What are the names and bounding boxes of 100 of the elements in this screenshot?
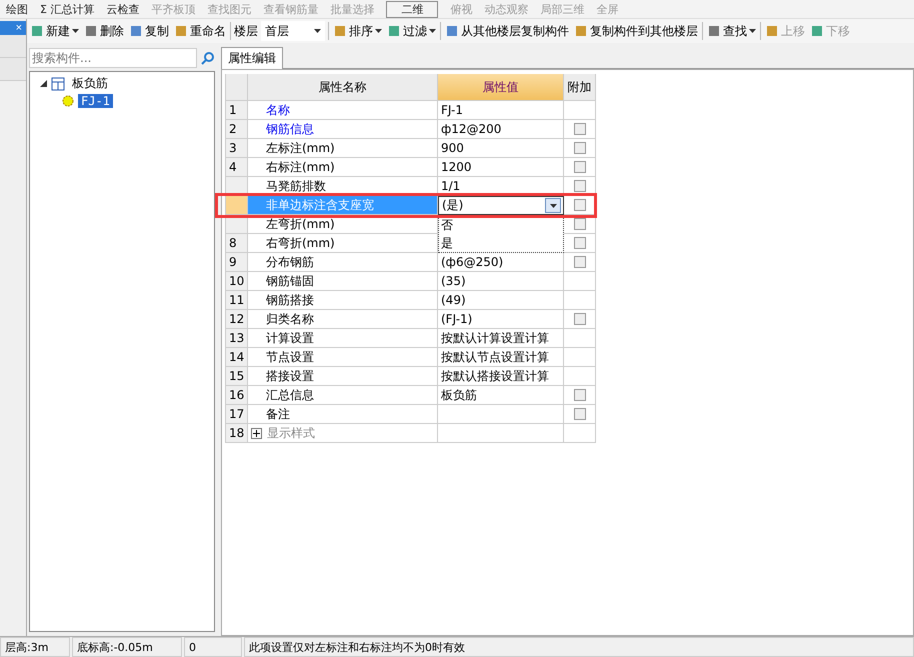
property-value: 900 xyxy=(438,139,564,158)
checkbox[interactable] xyxy=(574,123,586,135)
property-name: 搭接设置 xyxy=(248,367,438,386)
row-number: 10 xyxy=(226,272,248,291)
checkbox[interactable] xyxy=(574,142,586,154)
property-value: (ф6@250) xyxy=(438,253,564,272)
property-name: 汇总信息 xyxy=(248,386,438,405)
property-name: 节点设置 xyxy=(248,348,438,367)
property-name: 钢筋搭接 xyxy=(248,291,438,310)
property-name: 计算设置 xyxy=(248,329,438,348)
row-number: 15 xyxy=(226,367,248,386)
property-value: (35) xyxy=(438,272,564,291)
status-text: 层高:3m xyxy=(0,637,70,657)
toolbar-icon xyxy=(174,24,188,38)
toolbar-button[interactable]: 新建 xyxy=(29,22,80,40)
property-value: (49) xyxy=(438,291,564,310)
toolbar-icon xyxy=(30,24,44,38)
row-number: 16 xyxy=(226,386,248,405)
caret-icon xyxy=(550,204,556,208)
checkbox[interactable] xyxy=(574,256,586,268)
property-value: 按默认搭接设置计算 xyxy=(438,367,564,386)
row-number: 18 xyxy=(226,424,248,443)
floor-label: 楼层 xyxy=(234,22,258,40)
value-dropdown[interactable]: (是) xyxy=(438,196,564,215)
dropdown-option[interactable]: 否 xyxy=(439,216,563,234)
checkbox[interactable] xyxy=(574,180,586,192)
checkbox[interactable] xyxy=(574,199,586,211)
toolbar-button[interactable]: 排序 xyxy=(332,22,383,40)
dropdown-button[interactable] xyxy=(545,198,561,213)
caret-icon xyxy=(314,29,321,33)
search-icon[interactable] xyxy=(201,51,215,65)
property-name: 归类名称 xyxy=(248,310,438,329)
property-name: 名称 xyxy=(248,101,438,120)
tab[interactable]: 属性编辑 xyxy=(221,47,283,69)
toolbar-button[interactable]: 复制构件到其他楼层 xyxy=(573,22,699,40)
checkbox[interactable] xyxy=(574,161,586,173)
column-header: 附加 xyxy=(564,74,596,101)
row-number: 2 xyxy=(226,120,248,139)
row-number: 3 xyxy=(226,139,248,158)
toolbar-icon xyxy=(574,24,588,38)
toolbar-button[interactable]: 二维 xyxy=(386,0,438,18)
toolbar-button[interactable]: 删除 xyxy=(83,22,125,40)
floor-select[interactable]: 首层 xyxy=(261,21,325,41)
status-text: 底标高:-0.05m xyxy=(72,637,182,657)
column-header: 属性名称 xyxy=(248,74,438,101)
grid-icon xyxy=(51,76,65,90)
search-field[interactable]: 搜索构件... xyxy=(29,48,197,68)
toolbar-button[interactable]: 过滤 xyxy=(386,22,437,40)
row-number: 4 xyxy=(226,158,248,177)
row-number: 12 xyxy=(226,310,248,329)
checkbox[interactable] xyxy=(574,237,586,249)
toolbar-icon xyxy=(84,24,98,38)
toolbar-button[interactable]: Σ 汇总计算 xyxy=(40,2,94,16)
row-number: 1 xyxy=(226,101,248,120)
toolbar-button[interactable]: 从其他楼层复制构件 xyxy=(444,22,570,40)
checkbox[interactable] xyxy=(574,218,586,230)
checkbox[interactable] xyxy=(574,389,586,401)
toolbar-icon xyxy=(129,24,143,38)
status-text: 0 xyxy=(184,637,242,657)
expand-icon[interactable] xyxy=(251,428,262,438)
toolbar-button[interactable]: 云检查 xyxy=(106,2,140,16)
row-number: 9 xyxy=(226,253,248,272)
property-name: 左标注(mm) xyxy=(248,139,438,158)
row-number: 13 xyxy=(226,329,248,348)
toolbar-icon xyxy=(765,24,779,38)
property-value: 按默认计算设置计算 xyxy=(438,329,564,348)
toolbar-button[interactable]: 查找 xyxy=(706,22,757,40)
collapse-triangle-icon[interactable] xyxy=(40,80,47,87)
toolbar-icon xyxy=(707,24,721,38)
dropdown-option[interactable]: 是 xyxy=(439,234,563,252)
row-number: 8 xyxy=(226,234,248,253)
property-name: 显示样式 xyxy=(248,424,438,443)
close-button[interactable]: × xyxy=(0,21,26,35)
tree-item[interactable]: FJ-1 xyxy=(78,94,113,108)
property-value: 1200 xyxy=(438,158,564,177)
extra-cell xyxy=(564,348,596,367)
property-value: (FJ-1) xyxy=(438,310,564,329)
column-header: 属性值 xyxy=(438,74,564,101)
property-name: 钢筋锚固 xyxy=(248,272,438,291)
toolbar-button[interactable]: 复制 xyxy=(128,22,170,40)
property-name: 右弯折(mm) xyxy=(248,234,438,253)
checkbox[interactable] xyxy=(574,313,586,325)
row-number: 14 xyxy=(226,348,248,367)
property-value: 按默认节点设置计算 xyxy=(438,348,564,367)
property-name: 右标注(mm) xyxy=(248,158,438,177)
toolbar-icon xyxy=(445,24,459,38)
toolbar-button[interactable]: 绘图 xyxy=(6,2,28,16)
status-text: 此项设置仅对左标注和右标注均不为0时有效 xyxy=(244,637,914,657)
property-name: 备注 xyxy=(248,405,438,424)
toolbar-icon xyxy=(387,24,401,38)
property-value: 板负筋 xyxy=(438,386,564,405)
tree-item[interactable]: 板负筋 xyxy=(69,75,111,92)
property-name: 分布钢筋 xyxy=(248,253,438,272)
property-name: 非单边标注含支座宽 xyxy=(248,196,438,215)
row-number: 11 xyxy=(226,291,248,310)
toolbar-button[interactable]: 重命名 xyxy=(173,22,227,40)
row-number: 17 xyxy=(226,405,248,424)
checkbox[interactable] xyxy=(574,408,586,420)
property-name: 钢筋信息 xyxy=(248,120,438,139)
property-value: FJ-1 xyxy=(438,101,564,120)
